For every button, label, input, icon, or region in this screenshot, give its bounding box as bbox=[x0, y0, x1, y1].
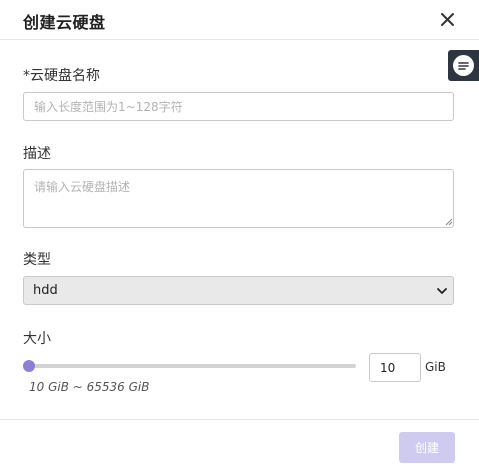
size-unit: GiB bbox=[425, 360, 446, 374]
dialog-header: 创建云硬盘 bbox=[0, 0, 479, 40]
size-range-hint: 10 GiB ~ 65536 GiB bbox=[29, 380, 150, 394]
size-slider-track[interactable] bbox=[28, 364, 356, 368]
chat-lines-icon bbox=[453, 55, 474, 76]
size-slider-thumb[interactable] bbox=[23, 360, 35, 372]
type-label: 类型 bbox=[23, 252, 51, 268]
feedback-button[interactable] bbox=[448, 50, 479, 81]
create-button[interactable]: 创建 bbox=[399, 432, 455, 463]
type-select-value: hdd bbox=[33, 283, 58, 298]
size-number-input[interactable] bbox=[369, 353, 421, 382]
size-label: 大小 bbox=[23, 331, 51, 347]
resize-grip-icon[interactable] bbox=[445, 218, 453, 226]
type-select[interactable]: hdd bbox=[23, 276, 454, 305]
close-icon bbox=[441, 13, 454, 26]
description-label: 描述 bbox=[23, 146, 51, 162]
dialog-title: 创建云硬盘 bbox=[23, 13, 106, 32]
chevron-down-icon bbox=[437, 288, 447, 294]
create-disk-dialog: 创建云硬盘 *云硬盘名称 描述 类型 hdd 大小 GiB 10 GiB ~ 6… bbox=[0, 0, 479, 475]
description-textarea[interactable] bbox=[23, 169, 454, 228]
name-input[interactable] bbox=[23, 92, 454, 121]
close-button[interactable] bbox=[438, 10, 458, 30]
name-label: *云硬盘名称 bbox=[23, 68, 100, 84]
